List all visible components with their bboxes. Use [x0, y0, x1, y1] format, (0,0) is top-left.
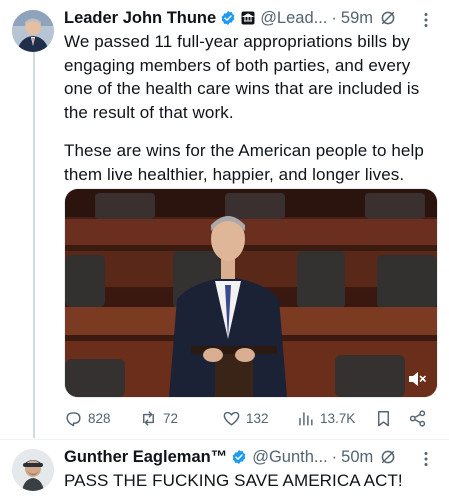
like-button[interactable]: 132: [222, 409, 269, 428]
bookmark-icon: [378, 411, 389, 427]
author-name[interactable]: Leader John Thune: [64, 9, 216, 28]
author-handle[interactable]: @Gunth...: [252, 448, 327, 467]
separator-dot: ·: [331, 447, 338, 466]
share-button[interactable]: [408, 409, 432, 428]
more-options-icon[interactable]: [417, 11, 435, 29]
tweet2-header: Gunther Eagleman™ @Gunth... · 50m: [64, 447, 397, 467]
view-count: 13.7K: [320, 411, 356, 426]
bookmark-button[interactable]: [374, 409, 398, 428]
author-handle[interactable]: @Lead...: [260, 9, 327, 28]
author-name[interactable]: Gunther Eagleman™: [64, 448, 227, 467]
more-options-icon[interactable]: [417, 450, 435, 468]
tweet1-header: Leader John Thune @Lead... · 59m: [64, 8, 397, 28]
tweet1-action-bar: 828 72 132 13.7K: [64, 409, 436, 431]
grok-icon[interactable]: [379, 9, 397, 27]
tweet1-video-media[interactable]: [64, 188, 438, 398]
like-count: 132: [246, 411, 269, 426]
repost-button[interactable]: 72: [139, 409, 178, 428]
timestamp[interactable]: 50m: [341, 448, 373, 467]
reply-count: 828: [88, 411, 111, 426]
tweet-divider: [0, 439, 449, 440]
repost-count: 72: [163, 411, 179, 426]
tweet1-text-paragraph-1: We passed 11 full-year appropriations bi…: [64, 32, 420, 122]
thread-connector-line: [33, 52, 35, 438]
timestamp[interactable]: 59m: [341, 9, 373, 28]
reply-icon: [66, 412, 81, 427]
avatar-john-thune[interactable]: [12, 10, 54, 52]
reply-button[interactable]: 828: [64, 409, 111, 428]
avatar-gunther-eagleman[interactable]: [12, 449, 54, 491]
views-button[interactable]: 13.7K: [296, 409, 355, 428]
verified-badge-icon: [221, 11, 235, 25]
heart-icon: [223, 411, 240, 426]
grok-icon[interactable]: [379, 448, 397, 466]
separator-dot: ·: [331, 8, 337, 27]
tweet2-text: PASS THE FUCKING SAVE AMERICA ACT!: [64, 471, 403, 490]
government-affiliation-icon: [241, 11, 255, 25]
verified-badge-icon: [232, 450, 246, 464]
video-muted-icon[interactable]: [407, 370, 427, 388]
share-icon: [409, 410, 426, 427]
views-chart-icon: [299, 412, 313, 426]
repost-icon: [143, 411, 154, 426]
video-frame-senate-floor: [65, 189, 437, 397]
tweet1-text-paragraph-2: These are wins for the American people t…: [64, 141, 424, 184]
